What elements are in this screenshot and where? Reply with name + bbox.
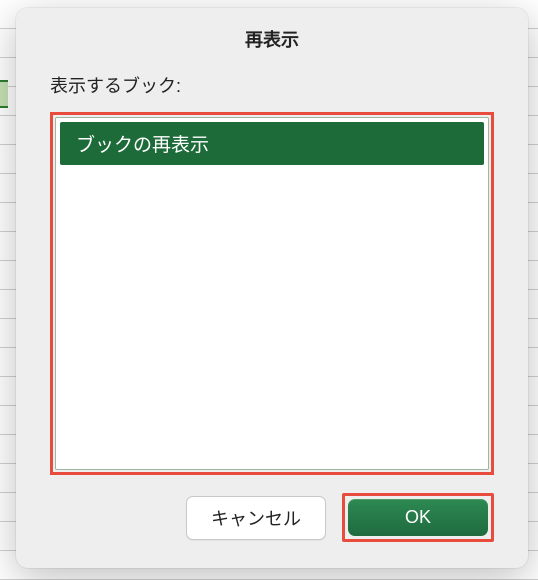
unhide-dialog: 再表示 表示するブック: ブックの再表示 キャンセル OK bbox=[16, 8, 528, 568]
dialog-title: 再表示 bbox=[16, 8, 528, 72]
dialog-button-row: キャンセル OK bbox=[16, 493, 528, 568]
workbook-listbox[interactable]: ブックの再表示 bbox=[55, 117, 489, 470]
ok-button[interactable]: OK bbox=[348, 499, 488, 536]
selected-cell-edge bbox=[0, 80, 8, 108]
listbox-highlight: ブックの再表示 bbox=[50, 112, 494, 475]
ok-button-highlight: OK bbox=[342, 493, 494, 542]
listbox-label: 表示するブック: bbox=[50, 72, 494, 98]
dialog-body: 表示するブック: ブックの再表示 bbox=[16, 72, 528, 493]
cancel-button[interactable]: キャンセル bbox=[186, 496, 326, 540]
list-item[interactable]: ブックの再表示 bbox=[60, 122, 484, 165]
